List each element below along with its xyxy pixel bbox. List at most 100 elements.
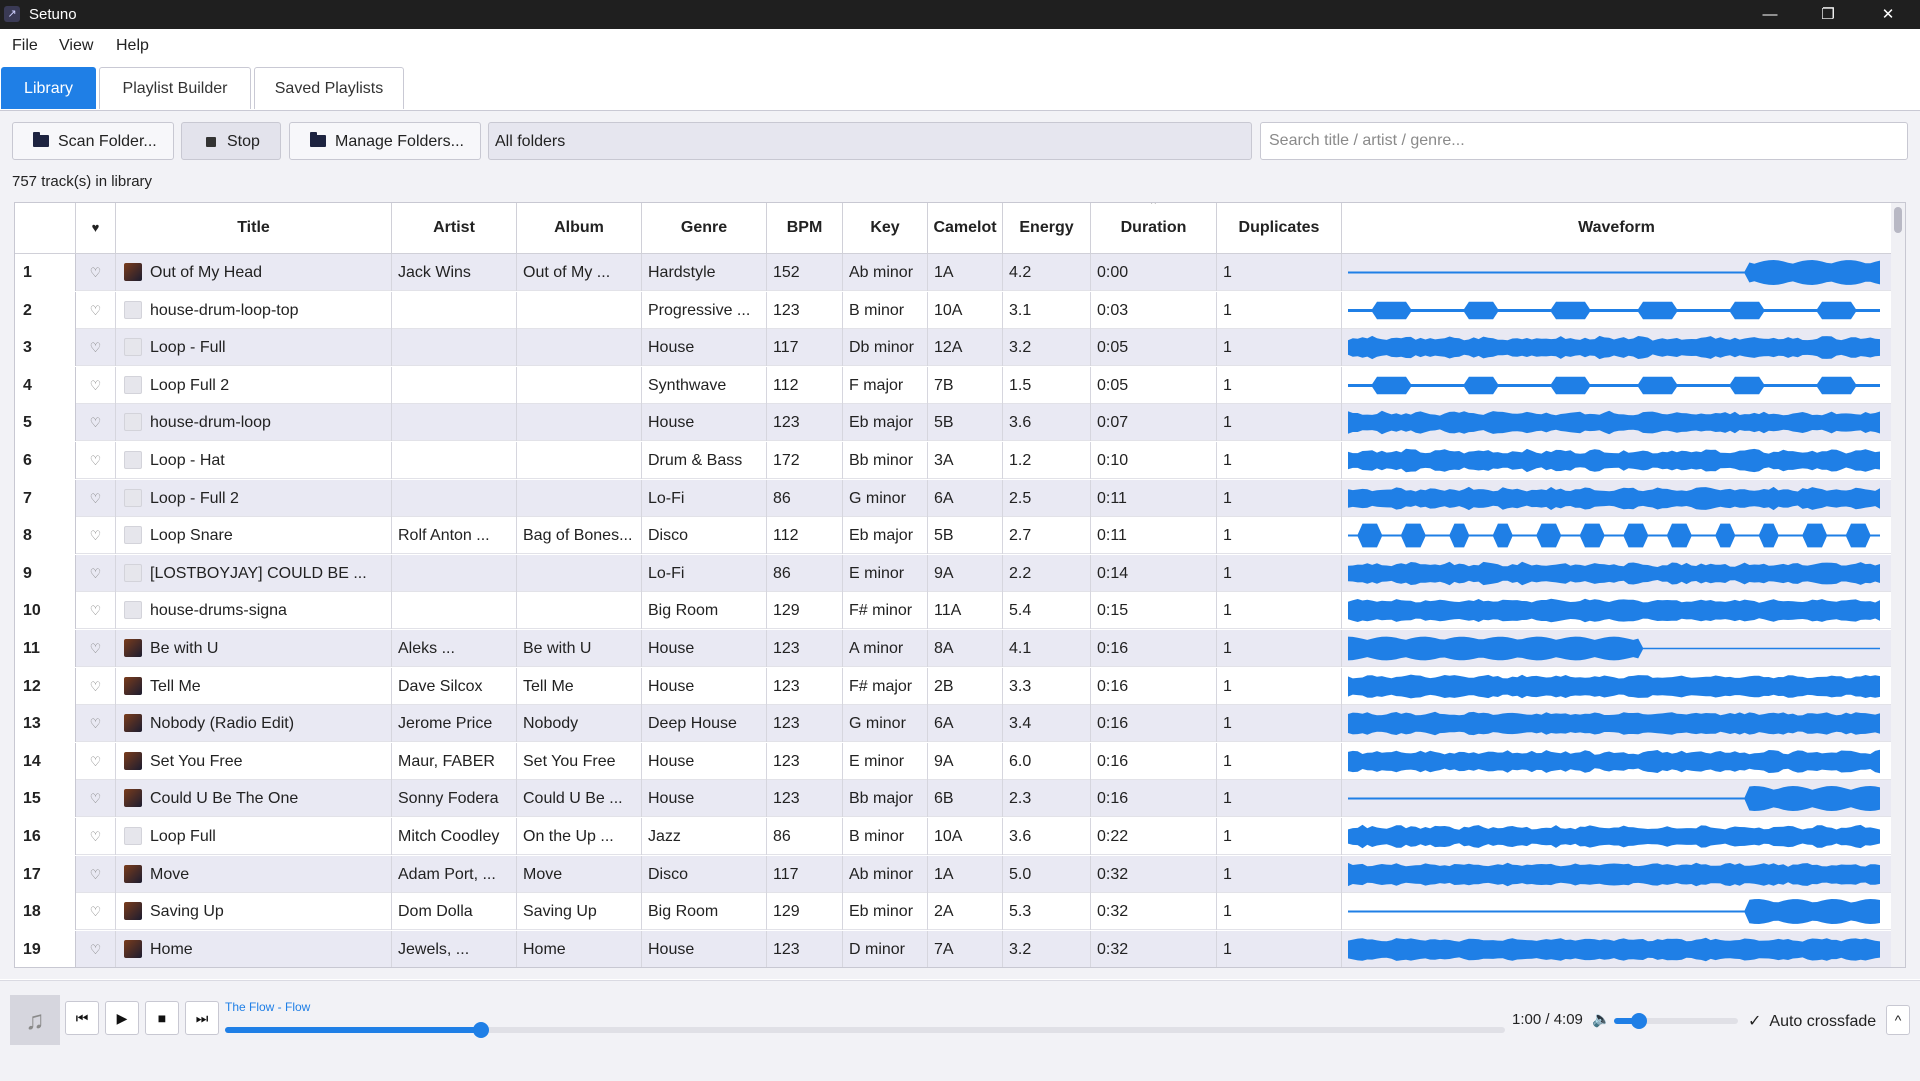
- scrollbar-thumb[interactable]: [1894, 207, 1902, 233]
- manage-folders-button[interactable]: Manage Folders...: [289, 122, 481, 160]
- favorite-heart-icon[interactable]: ♡: [76, 930, 116, 967]
- table-row[interactable]: 11 ♡ Be with U Aleks ... Be with U House 123 A …: [15, 630, 1891, 667]
- column-bpm[interactable]: BPM: [767, 203, 843, 253]
- track-duration: 0:16: [1091, 667, 1217, 705]
- track-artist: Jack Wins: [392, 254, 517, 291]
- favorite-heart-icon[interactable]: ♡: [76, 855, 116, 893]
- column-key[interactable]: Key: [843, 203, 928, 253]
- table-row[interactable]: 16 ♡ Loop Full Mitch Coodley On the Up ... Ja…: [15, 818, 1891, 855]
- favorite-heart-icon[interactable]: ♡: [76, 742, 116, 780]
- favorite-heart-icon[interactable]: ♡: [76, 329, 116, 367]
- heart-icon[interactable]: ♥: [76, 203, 116, 253]
- table-row[interactable]: 18 ♡ Saving Up Dom Dolla Saving Up Big Room 12…: [15, 893, 1891, 931]
- table-row[interactable]: 9 ♡ [LOSTBOYJAY] COULD BE ... Lo-Fi 86 E mino…: [15, 554, 1891, 592]
- track-bpm: 123: [767, 291, 843, 329]
- volume-slider[interactable]: [1614, 1013, 1738, 1029]
- table-row[interactable]: 19 ♡ Home Jewels, ... Home House 123 D minor 7A 3…: [15, 930, 1891, 967]
- stop-playback-button[interactable]: ■: [145, 1001, 179, 1035]
- table-row[interactable]: 8 ♡ Loop Snare Rolf Anton ... Bag of Bones..…: [15, 517, 1891, 555]
- track-energy: 2.3: [1003, 780, 1091, 818]
- search-input[interactable]: [1260, 122, 1908, 160]
- track-duration-text: 0:16: [1097, 790, 1129, 808]
- row-number-text: 1: [23, 264, 32, 281]
- minimize-icon[interactable]: —: [1742, 0, 1798, 29]
- favorite-heart-icon[interactable]: ♡: [76, 705, 116, 743]
- track-genre-text: Lo-Fi: [648, 489, 685, 507]
- favorite-heart-icon[interactable]: ♡: [76, 592, 116, 630]
- track-camelot: 7A: [928, 930, 1003, 967]
- favorite-heart-icon[interactable]: ♡: [76, 442, 116, 479]
- scan-folder-button[interactable]: Scan Folder...: [12, 122, 174, 160]
- column-duration[interactable]: ^ Duration: [1091, 203, 1217, 253]
- column-camelot[interactable]: Camelot: [928, 203, 1003, 253]
- table-row[interactable]: 10 ♡ house-drums-signa Big Room 129 F# minor 1…: [15, 592, 1891, 630]
- table-row[interactable]: 2 ♡ house-drum-loop-top Progressive ... 123 B…: [15, 291, 1891, 329]
- table-row[interactable]: 15 ♡ Could U Be The One Sonny Fodera Could U…: [15, 780, 1891, 818]
- table-row[interactable]: 17 ♡ Move Adam Port, ... Move Disco 117 Ab mino…: [15, 855, 1891, 893]
- favorite-heart-icon[interactable]: ♡: [76, 291, 116, 329]
- play-button[interactable]: ▶: [105, 1001, 139, 1035]
- favorite-heart-icon[interactable]: ♡: [76, 517, 116, 555]
- tab-saved-playlists[interactable]: Saved Playlists: [254, 67, 404, 109]
- expand-button[interactable]: ^: [1886, 1005, 1910, 1035]
- table-row[interactable]: 7 ♡ Loop - Full 2 Lo-Fi 86 G minor 6A 2.5 0:11 1: [15, 479, 1891, 517]
- volume-handle[interactable]: [1630, 1013, 1647, 1029]
- vertical-scrollbar[interactable]: [1891, 203, 1905, 967]
- track-energy-text: 3.6: [1009, 828, 1032, 845]
- next-button[interactable]: ⏭: [185, 1001, 219, 1035]
- close-icon[interactable]: ✕: [1860, 0, 1916, 29]
- table-row[interactable]: 1 ♡ Out of My Head Jack Wins Out of My ... Ha…: [15, 254, 1891, 291]
- favorite-heart-icon[interactable]: ♡: [76, 254, 116, 291]
- favorite-heart-icon[interactable]: ♡: [76, 818, 116, 855]
- title-bar: ↗ Setuno — ❐ ✕: [0, 0, 1920, 29]
- table-row[interactable]: 6 ♡ Loop - Hat Drum & Bass 172 Bb minor 3A 1.2 0…: [15, 442, 1891, 479]
- favorite-heart-icon[interactable]: ♡: [76, 554, 116, 592]
- favorite-heart-icon[interactable]: ♡: [76, 366, 116, 404]
- favorite-heart-icon[interactable]: ♡: [76, 893, 116, 931]
- menu-file[interactable]: File: [12, 37, 38, 55]
- track-artist: [392, 291, 517, 329]
- favorite-heart-icon[interactable]: ♡: [76, 404, 116, 442]
- previous-button[interactable]: ⏮: [65, 1001, 99, 1035]
- restore-icon[interactable]: ❐: [1800, 0, 1856, 29]
- table-row[interactable]: 5 ♡ house-drum-loop House 123 Eb major 5B 3.6 0:…: [15, 404, 1891, 442]
- column-album[interactable]: Album: [517, 203, 642, 253]
- menu-view[interactable]: View: [59, 37, 93, 55]
- track-genre: House: [642, 404, 767, 442]
- auto-crossfade-toggle[interactable]: ✓ Auto crossfade: [1748, 1011, 1876, 1031]
- folder-filter-select[interactable]: All folders: [488, 122, 1252, 160]
- table-row[interactable]: 14 ♡ Set You Free Maur, FABER Set You Free Ho…: [15, 742, 1891, 780]
- table-row[interactable]: 12 ♡ Tell Me Dave Silcox Tell Me House 123 F# m…: [15, 667, 1891, 705]
- tab-playlist-builder[interactable]: Playlist Builder: [99, 67, 251, 109]
- column-title[interactable]: Title: [116, 203, 392, 253]
- tab-library[interactable]: Library: [1, 67, 96, 109]
- row-number: 2: [15, 291, 76, 329]
- seek-handle[interactable]: [473, 1022, 489, 1038]
- folder-filter-value: All folders: [495, 133, 566, 150]
- favorite-heart-icon[interactable]: ♡: [76, 630, 116, 667]
- favorite-heart-icon[interactable]: ♡: [76, 667, 116, 705]
- column-waveform[interactable]: Waveform: [1342, 203, 1891, 253]
- track-bpm-text: 172: [773, 452, 800, 469]
- favorite-heart-icon[interactable]: ♡: [76, 479, 116, 517]
- favorite-heart-icon[interactable]: ♡: [76, 780, 116, 818]
- track-camelot-text: 1A: [934, 865, 954, 883]
- column-artist[interactable]: Artist: [392, 203, 517, 253]
- table-row[interactable]: 13 ♡ Nobody (Radio Edit) Jerome Price Nobody…: [15, 705, 1891, 743]
- track-camelot-text: 7A: [934, 940, 954, 958]
- track-energy-text: 5.3: [1009, 903, 1032, 921]
- stop-button[interactable]: Stop: [181, 122, 281, 160]
- column-duplicates[interactable]: Duplicates: [1217, 203, 1342, 253]
- track-energy: 4.1: [1003, 630, 1091, 667]
- track-energy-text: 1.2: [1009, 452, 1032, 469]
- track-duplicates-text: 1: [1223, 489, 1232, 507]
- track-key-text: F# minor: [849, 602, 913, 620]
- column-genre[interactable]: Genre: [642, 203, 767, 253]
- track-camelot: 2B: [928, 667, 1003, 705]
- row-number-header: [15, 203, 76, 253]
- table-row[interactable]: 3 ♡ Loop - Full House 117 Db minor 12A 3.2 0:05 1: [15, 329, 1891, 367]
- menu-help[interactable]: Help: [116, 37, 149, 55]
- table-row[interactable]: 4 ♡ Loop Full 2 Synthwave 112 F major 7B 1.5 0:0…: [15, 366, 1891, 404]
- seek-slider[interactable]: [225, 1022, 1505, 1038]
- column-energy[interactable]: Energy: [1003, 203, 1091, 253]
